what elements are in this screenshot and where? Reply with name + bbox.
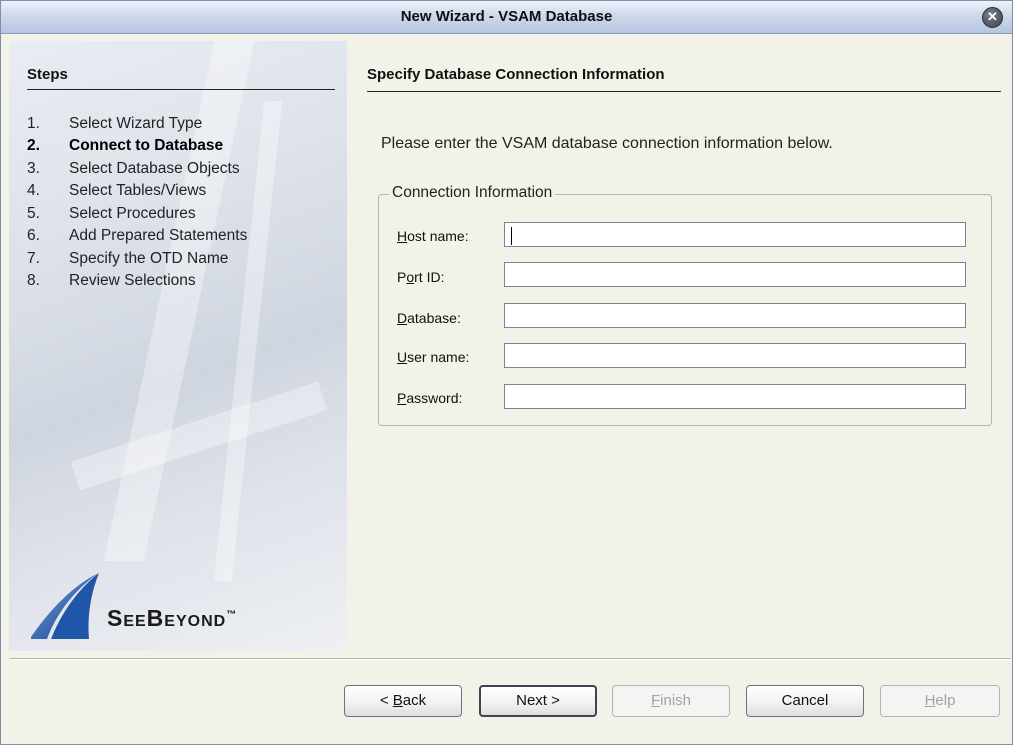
instruction-text: Please enter the VSAM database connectio… [381,135,833,152]
step-item-current: 2. Connect to Database [27,137,223,155]
step-item: 6. Add Prepared Statements [27,227,247,245]
host-name-input[interactable] [504,222,966,247]
footer-divider-highlight [9,659,1011,660]
step-number: 5. [27,205,40,222]
step-number: 3. [27,160,40,177]
background-graphic [70,381,328,491]
user-name-label: User name: [397,349,470,365]
step-label: Select Wizard Type [69,115,203,132]
text-caret [511,227,512,245]
help-button[interactable]: Help [880,685,1000,717]
steps-divider [27,89,335,90]
seebeyond-logo: SeeBeyond™ [29,571,347,647]
group-title: Connection Information [389,184,556,202]
step-item: 5. Select Procedures [27,205,196,223]
cancel-button[interactable]: Cancel [746,685,864,717]
step-item: 8. Review Selections [27,272,196,290]
back-button[interactable]: < Back [344,685,462,717]
title-bar[interactable]: New Wizard - VSAM Database ✕ [1,1,1012,34]
password-input[interactable] [504,384,966,409]
page-title: Specify Database Connection Information [367,66,665,83]
step-label: Review Selections [69,272,196,289]
step-item: 1. Select Wizard Type [27,115,202,133]
step-label: Add Prepared Statements [69,227,248,244]
step-label: Select Procedures [69,205,196,222]
next-button[interactable]: Next > [479,685,597,717]
title-divider [367,91,1001,92]
database-input[interactable] [504,303,966,328]
step-item: 3. Select Database Objects [27,160,240,178]
wizard-window: New Wizard - VSAM Database ✕ Steps 1. Sel… [0,0,1013,745]
step-label: Select Database Objects [69,160,240,177]
host-name-label: Host name: [397,228,469,244]
port-id-label: Port ID: [397,269,445,285]
logo-wordmark: SeeBeyond™ [107,605,238,631]
step-label: Select Tables/Views [69,182,207,199]
step-number: 7. [27,250,40,267]
logo-swoosh-icon [31,573,99,639]
step-number: 8. [27,272,40,289]
step-item: 7. Specify the OTD Name [27,250,228,268]
finish-button[interactable]: Finish [612,685,730,717]
password-label: Password: [397,390,463,406]
step-number: 2. [27,137,40,154]
steps-heading: Steps [27,66,68,83]
step-number: 6. [27,227,40,244]
step-number: 4. [27,182,40,199]
step-label: Connect to Database [69,137,224,154]
step-label: Specify the OTD Name [69,250,229,267]
steps-panel: Steps 1. Select Wizard Type 2. Connect to … [9,41,347,651]
window-title: New Wizard - VSAM Database [400,8,613,25]
step-item: 4. Select Tables/Views [27,182,206,200]
close-icon[interactable]: ✕ [982,7,1003,28]
step-number: 1. [27,115,40,132]
user-name-input[interactable] [504,343,966,368]
port-id-input[interactable] [504,262,966,287]
database-label: Database: [397,310,461,326]
